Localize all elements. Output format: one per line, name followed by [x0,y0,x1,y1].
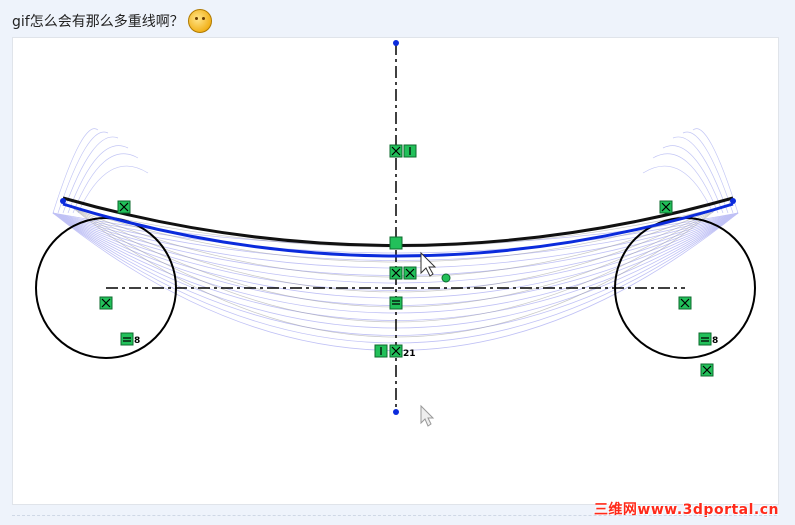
watermark: 三维网www.3dportal.cn [593,502,779,518]
left-equal-label: 8 [134,336,140,346]
sketch-canvas: 8 8 21 [35,40,756,427]
post-header: gif怎么会有那么多重线啊？ [12,8,212,34]
thinking-face-icon [187,9,212,33]
curve-end-right [730,198,736,204]
bottom-point [393,409,399,415]
post-title: gif怎么会有那么多重线啊？ [12,14,184,30]
cad-sketch-image: 8 8 21 [12,37,779,505]
curve-end-left [60,198,66,204]
divider [12,515,777,516]
cursor-arrow-ghost-icon [420,404,435,427]
top-point [393,40,399,46]
center-dimension-label: 21 [403,349,416,359]
green-point [441,273,451,283]
right-equal-label: 8 [712,336,718,346]
